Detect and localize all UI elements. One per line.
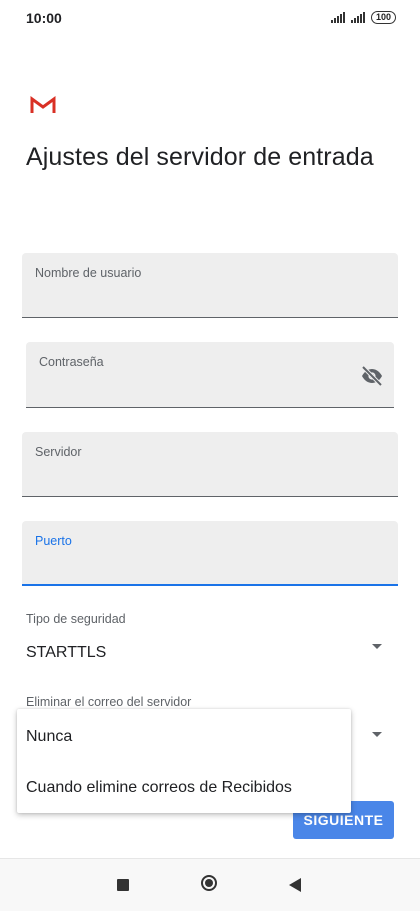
port-field[interactable]: Puerto — [22, 521, 398, 586]
delete-mail-dropdown-menu: Nunca Cuando elimine correos de Recibido… — [17, 709, 351, 813]
eye-off-icon[interactable] — [360, 364, 384, 388]
port-label: Puerto — [35, 534, 72, 548]
password-field[interactable]: Contraseña — [26, 342, 394, 408]
recents-icon[interactable] — [117, 879, 129, 891]
navigation-bar — [0, 858, 420, 911]
username-label: Nombre de usuario — [35, 266, 142, 280]
gmail-logo — [30, 96, 56, 113]
signal-icon-2 — [350, 12, 365, 23]
status-time: 10:00 — [26, 10, 62, 26]
server-label: Servidor — [35, 445, 82, 459]
chevron-down-icon[interactable] — [372, 644, 382, 649]
username-field[interactable]: Nombre de usuario — [22, 253, 398, 318]
server-field[interactable]: Servidor — [22, 432, 398, 497]
password-label: Contraseña — [39, 355, 104, 369]
battery-icon: 100 — [370, 11, 396, 24]
menu-item-when-deleted[interactable]: Cuando elimine correos de Recibidos — [26, 779, 292, 797]
back-icon[interactable] — [289, 878, 301, 892]
page-title: Ajustes del servidor de entrada — [26, 143, 374, 171]
status-bar: 10:00 100 — [0, 0, 420, 36]
home-icon[interactable] — [201, 875, 217, 891]
menu-item-never[interactable]: Nunca — [26, 728, 72, 746]
delete-mail-label: Eliminar el correo del servidor — [26, 695, 192, 709]
chevron-down-icon-2[interactable] — [372, 732, 382, 737]
security-type-label: Tipo de seguridad — [26, 612, 126, 626]
status-icons: 100 — [330, 11, 396, 24]
security-type-select[interactable]: STARTTLS — [26, 644, 106, 662]
signal-icon — [330, 12, 345, 23]
